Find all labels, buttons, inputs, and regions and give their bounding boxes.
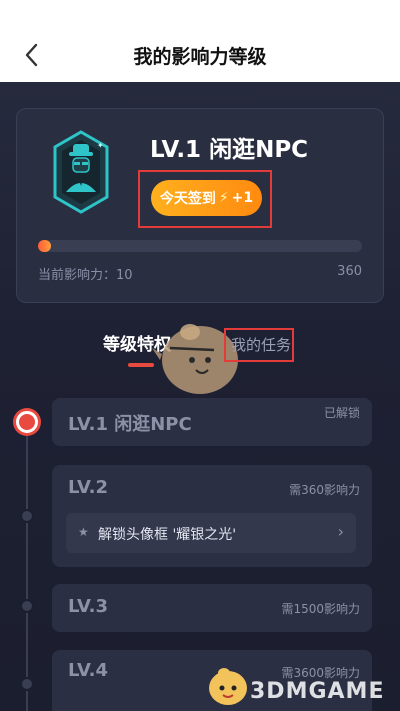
timeline-dot <box>20 677 34 691</box>
level-card-lv3[interactable]: LV.3 需1500影响力 <box>52 584 372 632</box>
progress-fill <box>38 240 51 252</box>
level-name: LV.4 <box>68 660 108 681</box>
timeline-dot <box>20 509 34 523</box>
reward-text: 解锁头像框 '耀银之光' <box>98 527 237 543</box>
page-title: 我的影响力等级 <box>133 46 267 68</box>
checkin-bonus: +1 <box>231 190 254 206</box>
timeline-dot <box>20 599 34 613</box>
top-bar: 我的影响力等级 <box>0 0 400 82</box>
svg-text:✦: ✦ <box>97 141 104 150</box>
level-requirement: 需360影响力 <box>289 483 360 497</box>
level-name: LV.2 <box>68 477 108 498</box>
influence-progress-bar <box>38 240 362 252</box>
progress-max-label: 360 <box>337 264 362 279</box>
timeline-dot-active <box>16 411 38 433</box>
reward-item[interactable]: ★ 解锁头像框 '耀银之光' › <box>66 513 356 553</box>
timeline-line <box>26 422 28 711</box>
level-requirement: 需1500影响力 <box>281 602 360 616</box>
mascot-logo-icon <box>209 668 247 705</box>
level-name: LV.3 <box>68 596 108 617</box>
current-level-title: LV.1 闲逛NPC <box>150 137 309 163</box>
watermark-text: 3DMGAME <box>250 679 385 704</box>
checkin-button[interactable]: 今天签到 ⚡ +1 <box>151 180 262 216</box>
highlight-box-tasks <box>224 328 294 362</box>
level-card-lv1[interactable]: LV.1 闲逛NPC 已解锁 <box>52 398 372 446</box>
lightning-icon: ⚡ <box>218 190 229 206</box>
unlocked-badge: 已解锁 <box>323 406 360 420</box>
level-name: LV.1 闲逛NPC <box>68 414 192 435</box>
npc-badge-icon: ✦ <box>52 130 110 214</box>
chevron-right-icon: › <box>337 522 344 541</box>
checkin-label: 今天签到 <box>159 191 216 207</box>
level-card-lv2[interactable]: LV.2 需360影响力 ★ 解锁头像框 '耀银之光' › <box>52 465 372 567</box>
current-influence-label: 当前影响力：10 <box>38 268 133 283</box>
star-icon: ★ <box>78 525 89 539</box>
